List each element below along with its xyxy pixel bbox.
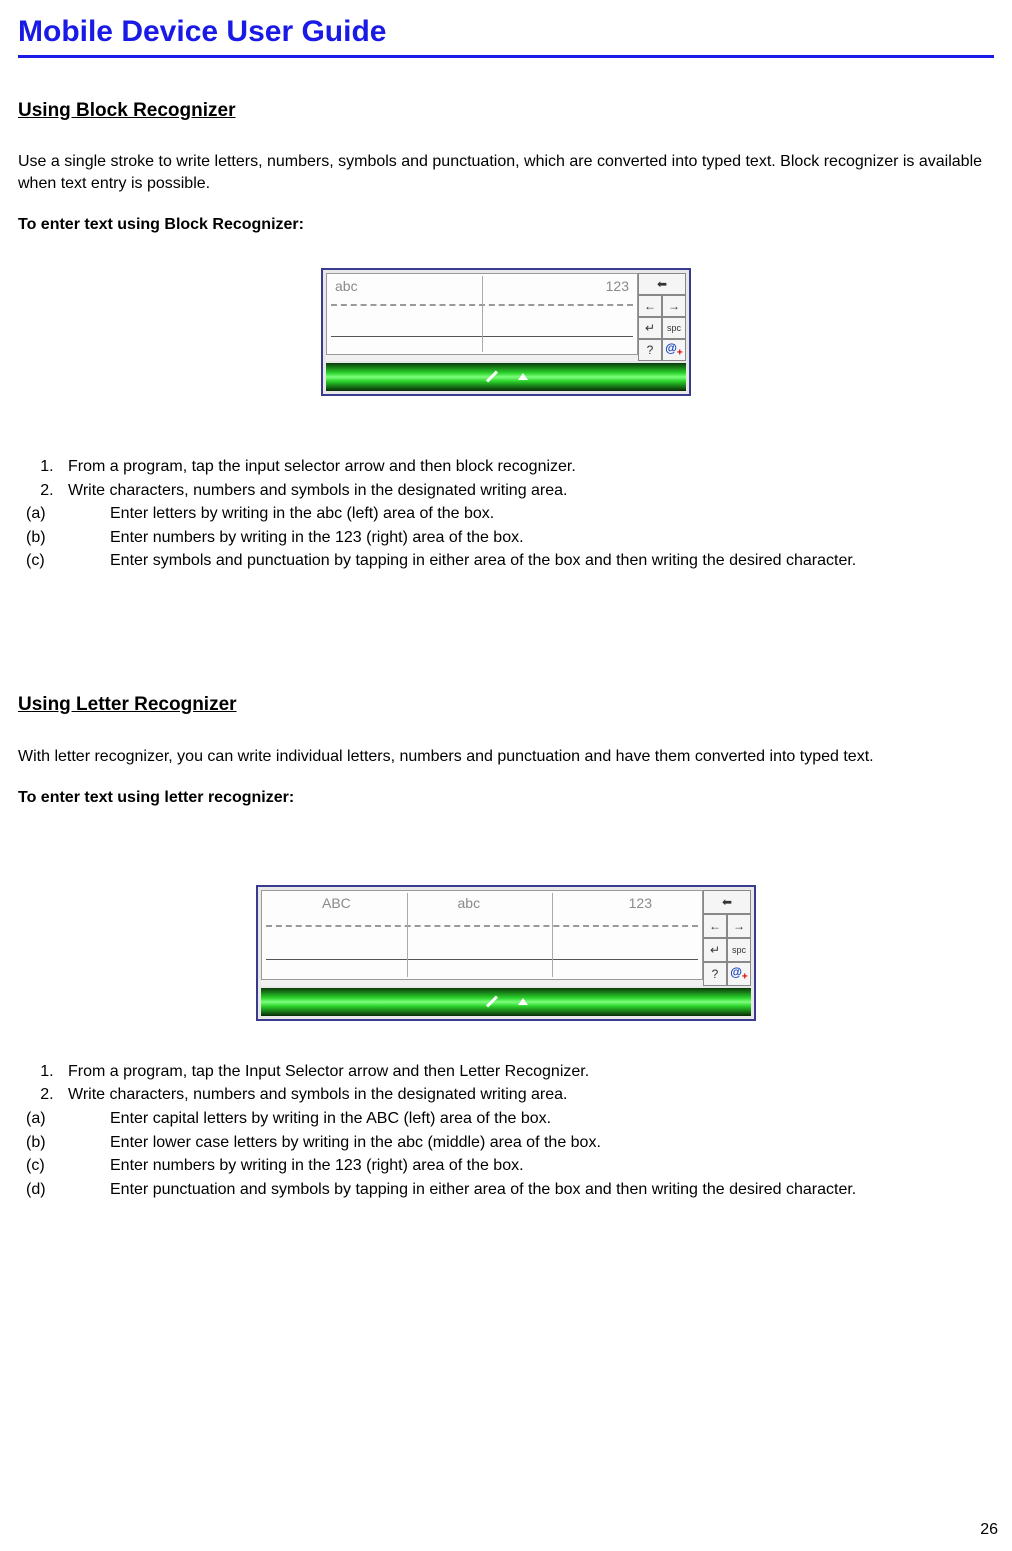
step-1-text: From a program, tap the Input Selector a… bbox=[68, 1063, 589, 1080]
substep-c-text: Enter numbers by writing in the 123 (rig… bbox=[110, 1157, 524, 1174]
123-label: 123 bbox=[629, 894, 652, 913]
divider-1 bbox=[407, 893, 408, 977]
symbols-button[interactable]: @+ bbox=[662, 339, 686, 361]
baseline bbox=[266, 959, 698, 960]
substep-d-text: Enter punctuation and symbols by tapping… bbox=[110, 1181, 856, 1198]
question-icon: ? bbox=[647, 342, 654, 358]
substep-a-text: Enter capital letters by writing in the … bbox=[110, 1110, 551, 1127]
input-mode-bar[interactable] bbox=[261, 988, 751, 1016]
enter-button[interactable]: ↵ bbox=[703, 938, 727, 962]
left-button[interactable]: ← bbox=[703, 914, 727, 938]
at-icon: @+ bbox=[665, 340, 683, 360]
side-buttons: ⬅ ← → ↵ spc ? @+ bbox=[703, 890, 751, 986]
letter-recognizer-steps: From a program, tap the Input Selector a… bbox=[18, 1061, 994, 1201]
marker-b: (b) bbox=[68, 1132, 94, 1154]
list-item: (c) Enter symbols and punctuation by tapp… bbox=[68, 550, 994, 572]
lower-abc-label: abc bbox=[458, 894, 481, 913]
enter-button[interactable]: ↵ bbox=[638, 317, 662, 339]
list-item: Write characters, numbers and symbols in… bbox=[58, 480, 994, 572]
backspace-button[interactable]: ⬅ bbox=[703, 890, 751, 914]
block-recognizer-panel: abc 123 ⬅ ← → ↵ spc ? @+ bbox=[321, 268, 691, 396]
list-item: (d) Enter punctuation and symbols by tapp… bbox=[68, 1179, 994, 1201]
list-item: (c) Enter numbers by writing in the 123 (… bbox=[68, 1155, 994, 1177]
list-item: (a) Enter capital letters by writing in t… bbox=[68, 1108, 994, 1130]
right-button[interactable]: → bbox=[662, 295, 686, 317]
symbols-button[interactable]: @+ bbox=[727, 962, 751, 986]
marker-a: (a) bbox=[68, 503, 94, 525]
arrow-left-icon: ← bbox=[709, 918, 721, 934]
enter-icon: ↵ bbox=[710, 942, 720, 958]
letter-recognizer-substeps: (a) Enter capital letters by writing in t… bbox=[68, 1108, 994, 1200]
input-row: abc 123 ⬅ ← → ↵ spc ? @+ bbox=[326, 273, 686, 361]
backspace-icon: ⬅ bbox=[722, 894, 732, 910]
divider-2 bbox=[552, 893, 553, 977]
question-icon: ? bbox=[712, 966, 719, 982]
abc-label: abc bbox=[335, 277, 358, 296]
left-button[interactable]: ← bbox=[638, 295, 662, 317]
input-row: ABC abc 123 ⬅ ← → ↵ spc ? @+ bbox=[261, 890, 751, 986]
letter-recognizer-panel: ABC abc 123 ⬅ ← → ↵ spc ? @+ bbox=[256, 885, 756, 1021]
substep-c-text: Enter symbols and punctuation by tapping… bbox=[110, 552, 856, 569]
123-label: 123 bbox=[606, 277, 629, 296]
help-button[interactable]: ? bbox=[638, 339, 662, 361]
list-item: From a program, tap the Input Selector a… bbox=[58, 1061, 994, 1083]
input-mode-bar[interactable] bbox=[326, 363, 686, 391]
at-icon: @+ bbox=[730, 964, 748, 984]
capital-abc-label: ABC bbox=[322, 894, 351, 913]
marker-c: (c) bbox=[68, 1155, 94, 1177]
pen-icon bbox=[484, 994, 500, 1010]
section-heading-letter-recognizer: Using Letter Recognizer bbox=[18, 692, 994, 718]
arrow-right-icon: → bbox=[733, 918, 745, 934]
list-item: (b) Enter numbers by writing in the 123 (… bbox=[68, 527, 994, 549]
list-item: (a) Enter letters by writing in the abc (… bbox=[68, 503, 994, 525]
block-recognizer-substeps: (a) Enter letters by writing in the abc (… bbox=[68, 503, 994, 572]
substep-b-text: Enter lower case letters by writing in t… bbox=[110, 1134, 601, 1151]
dash-line bbox=[266, 925, 698, 927]
substep-a-text: Enter letters by writing in the abc (lef… bbox=[110, 505, 494, 522]
marker-d: (d) bbox=[68, 1179, 94, 1201]
space-button[interactable]: spc bbox=[662, 317, 686, 339]
block-recognizer-steps: From a program, tap the input selector a… bbox=[18, 456, 994, 572]
step-1-text: From a program, tap the input selector a… bbox=[68, 458, 576, 475]
right-button[interactable]: → bbox=[727, 914, 751, 938]
space-button[interactable]: spc bbox=[727, 938, 751, 962]
section-heading-block-recognizer: Using Block Recognizer bbox=[18, 98, 994, 124]
marker-c: (c) bbox=[68, 550, 94, 572]
arrow-up-icon bbox=[518, 373, 528, 380]
writing-area[interactable]: abc 123 bbox=[326, 273, 638, 355]
list-item: (b) Enter lower case letters by writing i… bbox=[68, 1132, 994, 1154]
space-label: spc bbox=[732, 944, 746, 956]
letter-recognizer-panel-wrap: ABC abc 123 ⬅ ← → ↵ spc ? @+ bbox=[18, 885, 994, 1021]
list-item: From a program, tap the input selector a… bbox=[58, 456, 994, 478]
letter-recognizer-enter-label: To enter text using letter recognizer: bbox=[18, 787, 994, 809]
backspace-button[interactable]: ⬅ bbox=[638, 273, 686, 295]
arrow-right-icon: → bbox=[668, 298, 680, 314]
page-number: 26 bbox=[980, 1519, 998, 1541]
side-buttons: ⬅ ← → ↵ spc ? @+ bbox=[638, 273, 686, 361]
spacer bbox=[18, 592, 994, 692]
spacer bbox=[18, 841, 994, 885]
list-item: Write characters, numbers and symbols in… bbox=[58, 1084, 994, 1200]
marker-b: (b) bbox=[68, 527, 94, 549]
help-button[interactable]: ? bbox=[703, 962, 727, 986]
center-divider bbox=[482, 276, 483, 352]
space-label: spc bbox=[667, 322, 681, 334]
block-recognizer-enter-label: To enter text using Block Recognizer: bbox=[18, 214, 994, 236]
step-2-text: Write characters, numbers and symbols in… bbox=[68, 482, 568, 499]
block-recognizer-panel-wrap: abc 123 ⬅ ← → ↵ spc ? @+ bbox=[18, 268, 994, 396]
letter-recognizer-intro: With letter recognizer, you can write in… bbox=[18, 746, 994, 768]
writing-area[interactable]: ABC abc 123 bbox=[261, 890, 703, 980]
step-2-text: Write characters, numbers and symbols in… bbox=[68, 1086, 568, 1103]
page-title: Mobile Device User Guide bbox=[18, 12, 994, 53]
substep-b-text: Enter numbers by writing in the 123 (rig… bbox=[110, 529, 524, 546]
pen-icon bbox=[484, 369, 500, 385]
block-recognizer-intro: Use a single stroke to write letters, nu… bbox=[18, 151, 994, 194]
title-divider bbox=[18, 55, 994, 58]
enter-icon: ↵ bbox=[645, 320, 655, 336]
arrow-up-icon bbox=[518, 998, 528, 1005]
arrow-left-icon: ← bbox=[644, 298, 656, 314]
backspace-icon: ⬅ bbox=[657, 276, 667, 292]
marker-a: (a) bbox=[68, 1108, 94, 1130]
